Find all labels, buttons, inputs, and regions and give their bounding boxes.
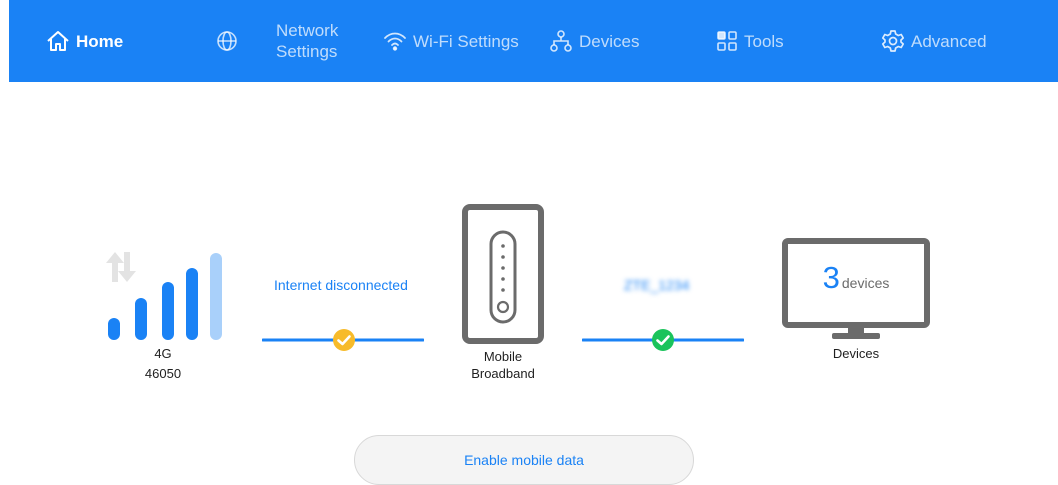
wifi-icon <box>383 30 407 52</box>
signal-bars-icon <box>107 252 225 347</box>
nav-network-settings-label: Network Settings <box>276 21 339 61</box>
nav-tools-label: Tools <box>744 31 784 51</box>
nav-network-settings[interactable]: Network Settings <box>216 0 348 82</box>
operator-code-label: 46050 <box>144 366 182 381</box>
top-nav: Home Network Settings Wi-Fi Settings Dev… <box>9 0 1058 82</box>
nav-wifi-settings-label: Wi-Fi Settings <box>413 31 519 51</box>
warning-check-icon <box>332 328 356 357</box>
device-count-unit: devices <box>841 275 890 291</box>
devices-network-icon <box>549 29 573 53</box>
nav-home[interactable]: Home <box>46 0 123 82</box>
devices-monitor[interactable]: 3 devices <box>782 238 930 347</box>
devices-label: Devices <box>832 346 880 361</box>
nav-wifi-settings[interactable]: Wi-Fi Settings <box>383 0 519 82</box>
network-type-label: 4G <box>154 346 172 361</box>
nav-home-label: Home <box>76 31 124 51</box>
internet-status-text: Internet disconnected <box>274 277 408 293</box>
gear-icon <box>881 29 905 53</box>
nav-tools[interactable]: Tools <box>716 0 784 82</box>
device-count-display: 3 devices <box>782 260 930 296</box>
nav-devices[interactable]: Devices <box>549 0 639 82</box>
router-device-icon <box>462 204 544 349</box>
router-label: Mobile Broadband <box>471 349 535 381</box>
nav-advanced-label: Advanced <box>911 31 987 51</box>
success-check-icon <box>651 328 675 357</box>
enable-mobile-data-button[interactable]: Enable mobile data <box>354 435 694 485</box>
wifi-ssid-blurred: ZTE_1234 <box>624 277 690 293</box>
home-icon <box>46 29 70 53</box>
device-count: 3 <box>822 260 840 295</box>
tools-grid-icon <box>716 30 738 52</box>
nav-devices-label: Devices <box>579 31 640 51</box>
globe-icon <box>216 30 238 52</box>
nav-advanced[interactable]: Advanced <box>881 0 987 82</box>
